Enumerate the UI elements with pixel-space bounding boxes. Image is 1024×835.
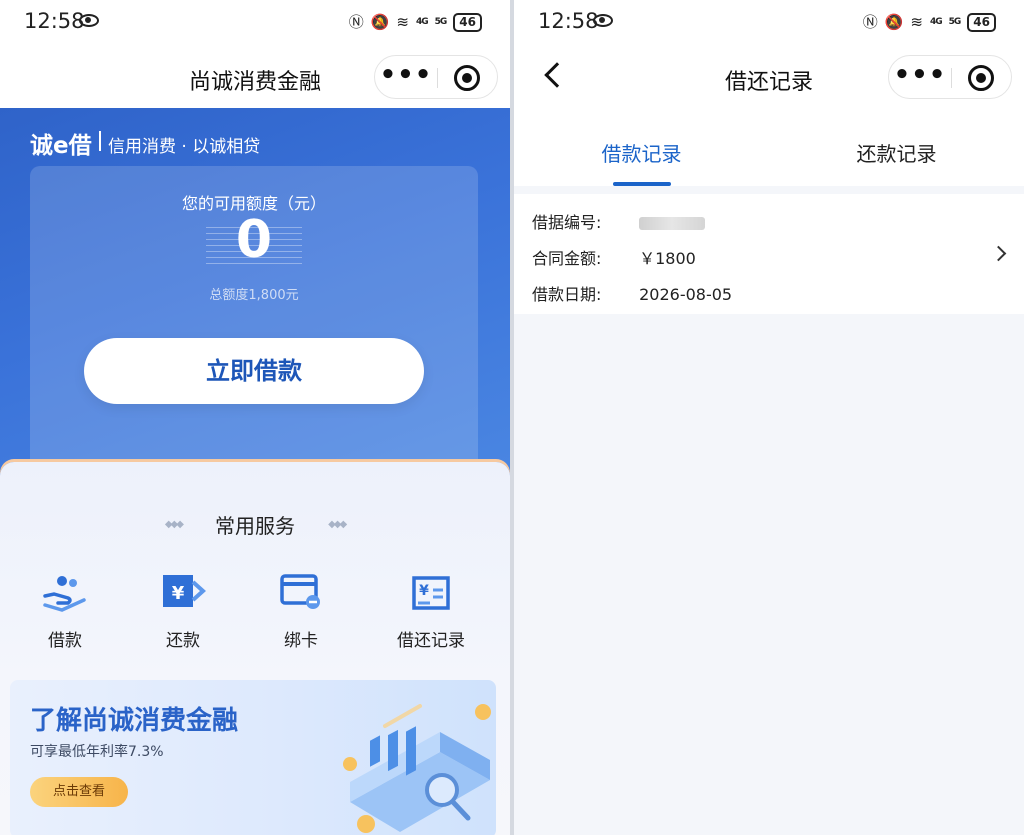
brand-divider: [99, 131, 101, 151]
credit-banner: 诚e借 信用消费 · 以诚相贷 您的可用额度（元） 0 总额度1,800元 立即…: [0, 108, 510, 478]
loan-date-value: 2026-08-05: [639, 285, 733, 304]
contract-amount-row: 合同金额: ￥1800: [532, 245, 696, 269]
svg-text:¥: ¥: [172, 583, 185, 604]
services-title: 常用服务: [215, 514, 295, 538]
mute-bell-icon: 🔕: [884, 13, 904, 31]
service-borrow[interactable]: 借款: [10, 572, 120, 651]
credit-card: 您的可用额度（元） 0 总额度1,800元 立即借款: [30, 166, 478, 476]
chevron-right-icon: [990, 245, 1007, 262]
eye-icon: [79, 14, 99, 27]
mini-program-capsule: •••: [374, 55, 498, 99]
mini-program-capsule: •••: [888, 55, 1012, 99]
status-bar: 12:58 Ⓝ 🔕 ≋ 4G 5G 46: [514, 0, 1024, 46]
close-target-icon[interactable]: [968, 65, 994, 91]
nfc-icon: Ⓝ: [862, 13, 878, 31]
capsule-divider: [437, 68, 438, 88]
signal-4g-icon: 4G: [415, 17, 429, 27]
promo-banner[interactable]: 了解尚诚消费金融 可享最低年利率7.3% 点击查看: [10, 680, 496, 835]
battery-icon: 46: [453, 12, 482, 32]
service-bind-card[interactable]: 绑卡: [246, 572, 356, 651]
receipt-number-label: 借据编号:: [532, 213, 602, 232]
record-tabs: 借款记录 还款记录: [514, 108, 1024, 186]
service-records[interactable]: ¥ 借还记录: [376, 572, 486, 651]
status-bar: 12:58 Ⓝ 🔕 ≋ 4G 5G 46: [0, 0, 510, 46]
total-credit-text: 总额度1,800元: [209, 288, 299, 303]
capsule-divider: [951, 68, 952, 88]
service-bind-card-label: 绑卡: [284, 631, 318, 651]
brand-logo: 诚e借: [30, 133, 92, 159]
eye-icon: [593, 14, 613, 27]
contract-amount-value: ￥1800: [639, 249, 696, 268]
signal-4g-icon: 4G: [929, 17, 943, 27]
wifi-icon: ≋: [396, 13, 409, 31]
more-icon[interactable]: •••: [375, 60, 437, 90]
loan-date-row: 借款日期: 2026-08-05: [532, 281, 732, 305]
signal-5g-icon: 5G: [434, 17, 448, 27]
close-target-icon[interactable]: [454, 65, 480, 91]
loan-record-card[interactable]: 借据编号: 合同金额: ￥1800 借款日期: 2026-08-05: [514, 194, 1024, 314]
record-ledger-icon: ¥: [408, 572, 454, 612]
more-icon[interactable]: •••: [889, 60, 951, 90]
service-borrow-label: 借款: [48, 631, 82, 651]
diamond-decoration-right-icon: ◆◆◆: [328, 519, 347, 530]
tab-borrow-records[interactable]: 借款记录: [514, 138, 769, 167]
finance-illustration-icon: [330, 692, 496, 835]
receipt-number-row: 借据编号:: [532, 209, 706, 233]
tab-repay-records[interactable]: 还款记录: [769, 138, 1024, 167]
records-screen: 12:58 Ⓝ 🔕 ≋ 4G 5G 46 借还记录 ••• 借款记录 还款记录 …: [514, 0, 1024, 835]
wifi-icon: ≋: [910, 13, 923, 31]
view-details-button[interactable]: 点击查看: [30, 777, 128, 807]
promo-subtitle: 可享最低年利率7.3%: [30, 744, 164, 760]
hand-coins-icon: [42, 572, 88, 612]
repay-arrow-icon: ¥: [160, 572, 206, 612]
borrow-now-button[interactable]: 立即借款: [84, 338, 424, 404]
top-bar: 尚诚消费金融 •••: [0, 46, 510, 108]
brand-slogan: 信用消费 · 以诚相贷: [108, 137, 261, 157]
service-repay-label: 还款: [166, 631, 200, 651]
service-repay[interactable]: ¥ 还款: [128, 572, 238, 651]
nfc-icon: Ⓝ: [348, 13, 364, 31]
service-records-label: 借还记录: [397, 631, 465, 651]
signal-5g-icon: 5G: [948, 17, 962, 27]
svg-text:¥: ¥: [419, 583, 429, 599]
receipt-number-redacted: [639, 217, 706, 230]
contract-amount-label: 合同金额:: [532, 249, 602, 268]
loan-date-label: 借款日期:: [532, 285, 602, 304]
available-credit-value: 0: [235, 210, 273, 270]
active-tab-indicator: [613, 182, 671, 186]
status-time: 12:58: [24, 9, 85, 33]
top-bar: 借还记录 •••: [514, 46, 1024, 108]
battery-icon: 46: [967, 12, 996, 32]
promo-title: 了解尚诚消费金融: [30, 706, 239, 736]
diamond-decoration-left-icon: ◆◆◆: [164, 519, 184, 530]
services-panel: ◆◆◆ 常用服务 ◆◆◆ 借款 ¥ 还款 绑卡 ¥ 借还记录 了解尚诚消费金融 …: [0, 462, 510, 835]
home-screen: 12:58 Ⓝ 🔕 ≋ 4G 5G 46 尚诚消费金融 ••• 诚e借 信用消费…: [0, 0, 510, 835]
status-time: 12:58: [538, 9, 599, 33]
mute-bell-icon: 🔕: [370, 13, 390, 31]
bind-card-icon: [278, 572, 324, 612]
